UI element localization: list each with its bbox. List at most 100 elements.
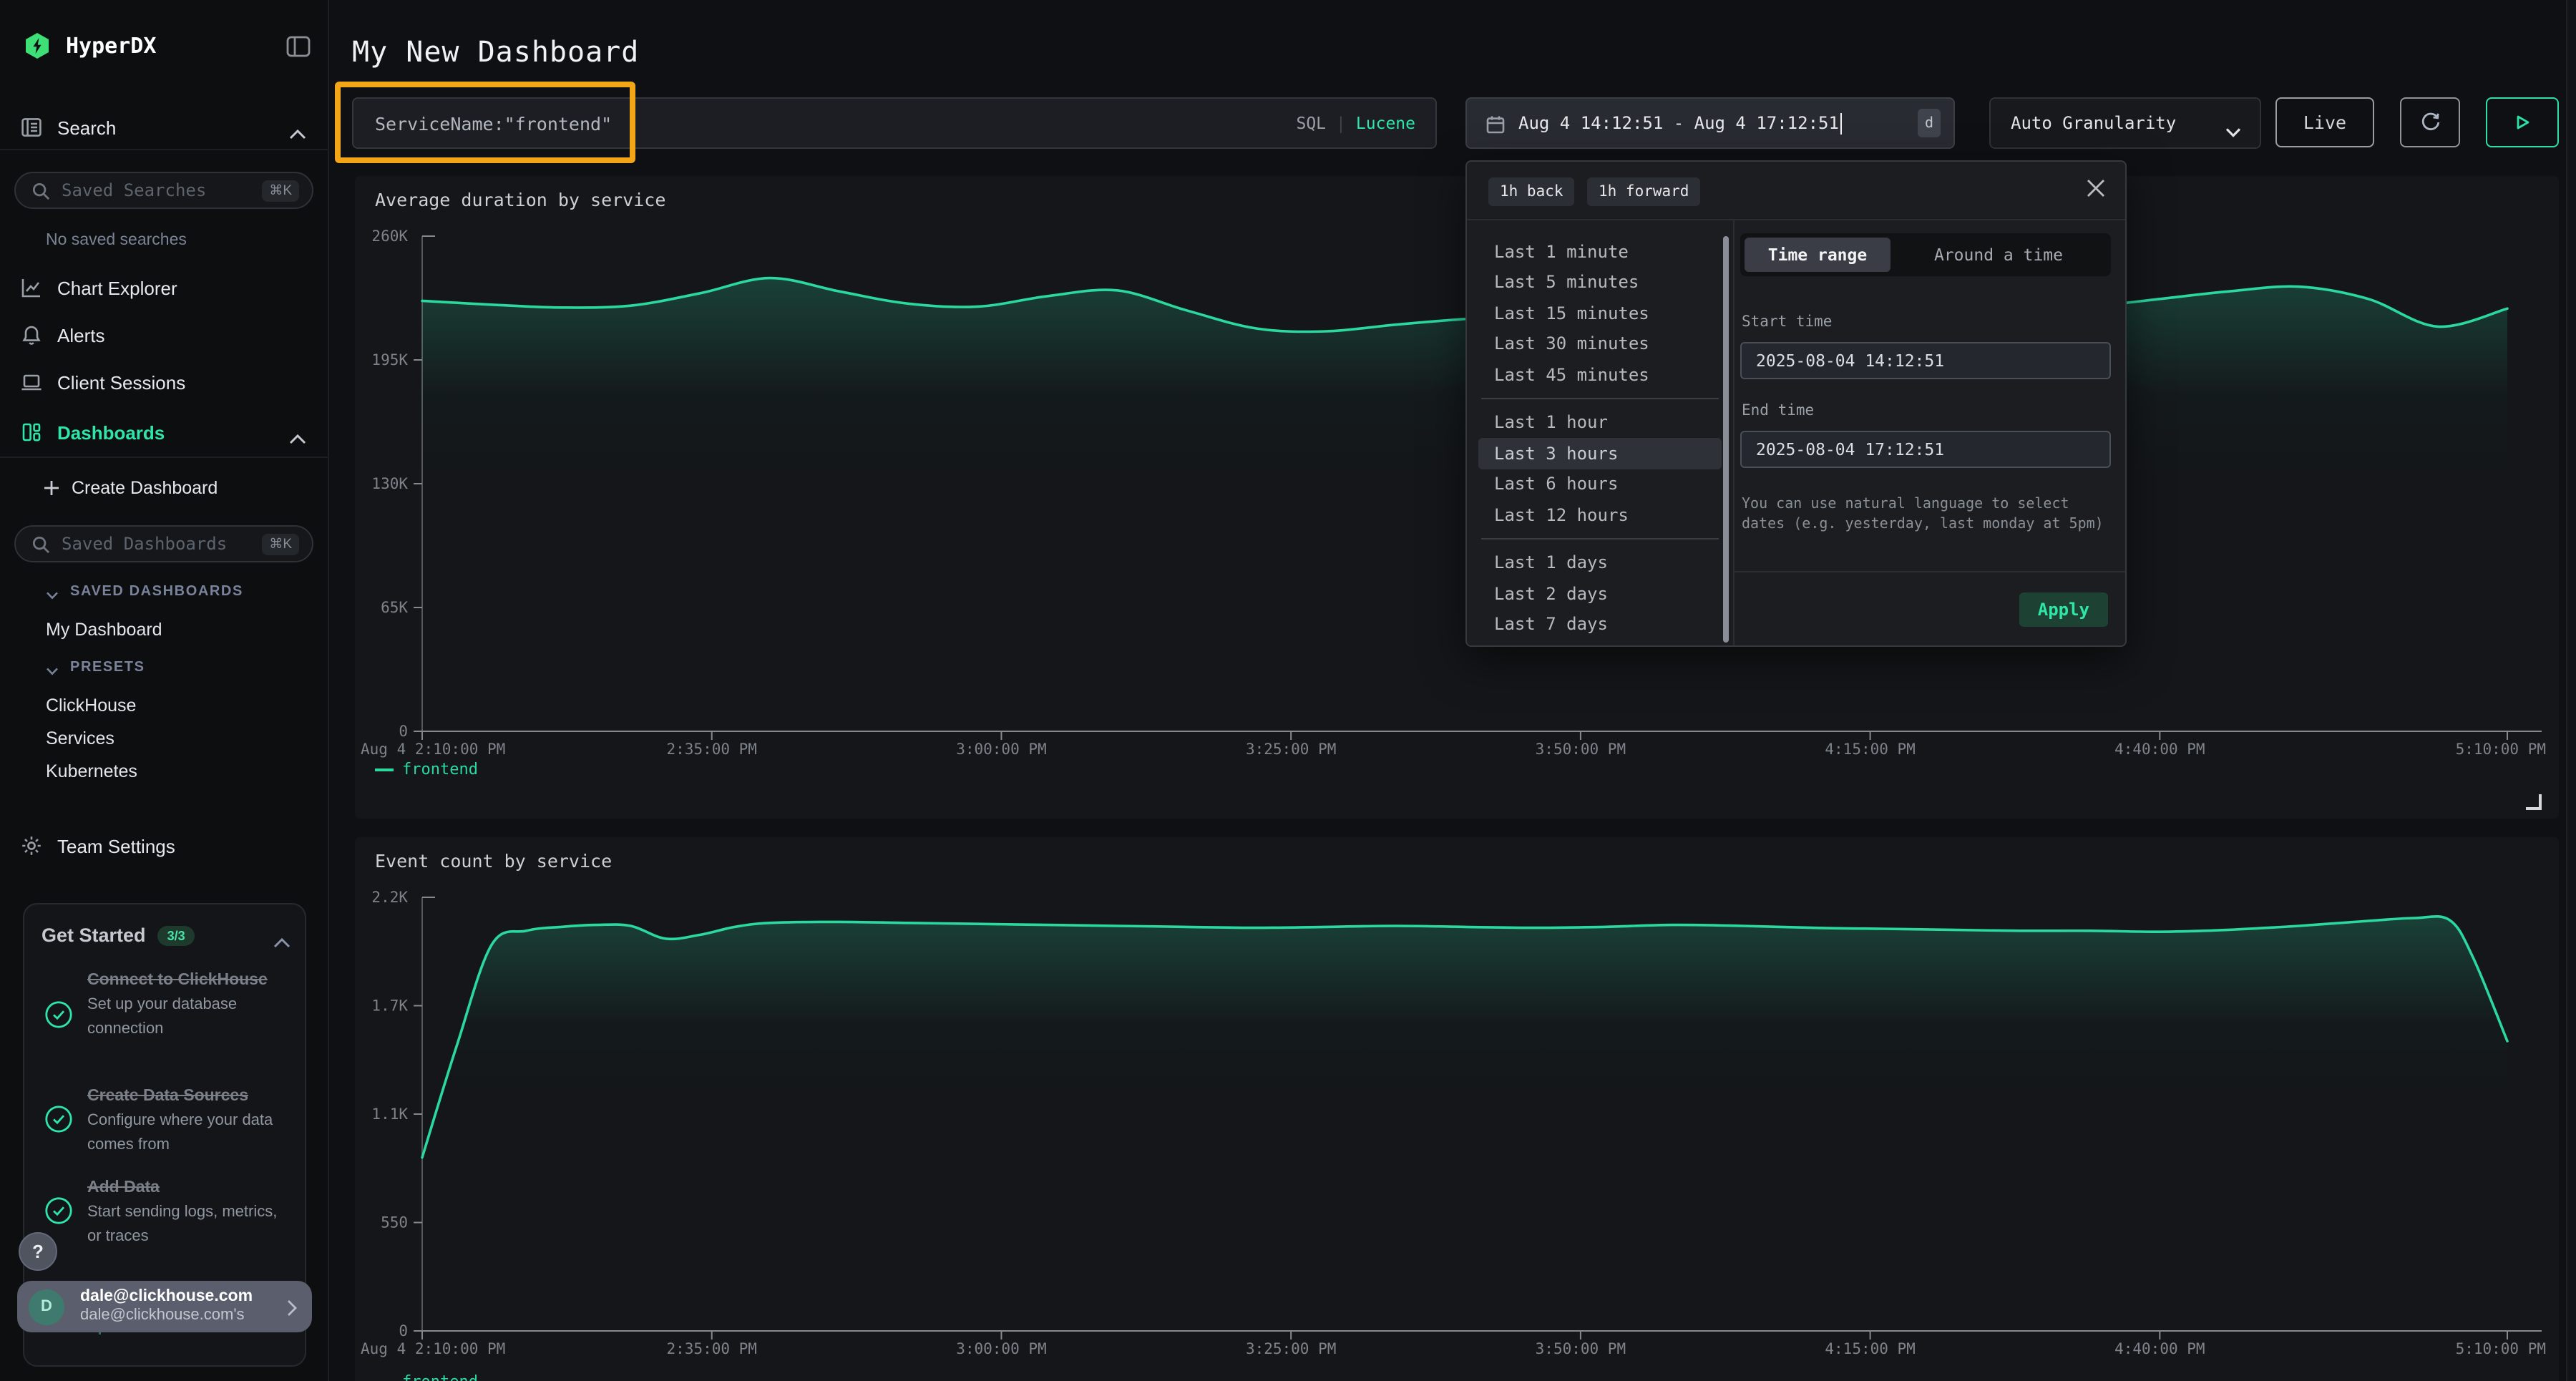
time-range-option[interactable]: Last 2 days xyxy=(1478,578,1722,609)
saved-searches-input[interactable]: Saved Searches ⌘K xyxy=(14,172,313,209)
svg-text:3:50:00 PM: 3:50:00 PM xyxy=(1536,741,1626,758)
saved-dashboards-input[interactable]: Saved Dashboards ⌘K xyxy=(14,525,313,562)
sidebar-item-services[interactable]: Services xyxy=(46,728,114,748)
svg-text:4:15:00 PM: 4:15:00 PM xyxy=(1825,741,1915,758)
presets-section-header[interactable]: PRESETS xyxy=(46,660,145,675)
saved-dashboards-placeholder: Saved Dashboards xyxy=(62,534,262,554)
time-range-option[interactable]: Last 12 hours xyxy=(1478,499,1722,530)
calendar-icon xyxy=(1485,113,1506,133)
user-email: dale@clickhouse.com xyxy=(80,1287,253,1307)
chart-panel-avg-duration[interactable]: Average duration by service 260K195K130K… xyxy=(355,176,2559,819)
get-started-title: Get Started xyxy=(42,924,146,946)
user-menu[interactable]: D dale@clickhouse.com dale@clickhouse.co… xyxy=(17,1281,312,1332)
svg-text:130K: 130K xyxy=(371,475,408,492)
time-range-option[interactable]: Last 6 hours xyxy=(1478,469,1722,499)
time-range-option[interactable]: Last 15 minutes xyxy=(1478,298,1722,328)
sidebar-item-team-settings[interactable]: Team Settings xyxy=(0,831,329,860)
scrollbar-thumb[interactable] xyxy=(1723,236,1729,643)
close-icon[interactable] xyxy=(2085,177,2107,199)
time-range-option[interactable]: Last 1 minute xyxy=(1478,236,1722,267)
divider xyxy=(0,149,329,150)
no-saved-searches: No saved searches xyxy=(0,230,329,250)
sidebar-item-search[interactable]: Search xyxy=(0,113,329,142)
sidebar-item-client-sessions[interactable]: Client Sessions xyxy=(0,368,329,396)
refresh-button[interactable] xyxy=(2400,97,2460,147)
help-button[interactable]: ? xyxy=(19,1232,57,1271)
get-started-progress-badge: 3/3 xyxy=(157,925,195,945)
end-time-input[interactable]: 2025-08-04 17:12:51 xyxy=(1740,431,2111,468)
get-started-header[interactable]: Get Started 3/3 xyxy=(42,924,291,946)
apply-button[interactable]: Apply xyxy=(2019,592,2108,627)
text-caret xyxy=(1840,112,1843,134)
svg-text:260K: 260K xyxy=(371,228,408,245)
checklist-item-desc: Start sending logs, metrics, or traces xyxy=(87,1201,282,1249)
query-language-toggle[interactable]: SQL | Lucene xyxy=(1296,113,1415,133)
checklist-item-title: Add Data xyxy=(87,1176,282,1201)
search-icon xyxy=(31,181,50,200)
sidebar-item-alerts[interactable]: Alerts xyxy=(0,321,329,349)
checklist-item-title: Create Data Sources xyxy=(87,1085,282,1110)
chevron-up-icon xyxy=(289,426,306,438)
checklist-item-datasources[interactable]: Create Data Sources Configure where your… xyxy=(44,1085,291,1157)
sidebar-item-my-dashboard[interactable]: My Dashboard xyxy=(46,620,162,640)
svg-text:4:15:00 PM: 4:15:00 PM xyxy=(1825,1340,1915,1357)
page-title: My New Dashboard xyxy=(352,34,639,69)
divider xyxy=(1733,571,2127,572)
checklist-item-connect[interactable]: Connect to ClickHouse Set up your databa… xyxy=(44,969,291,1041)
time-range-list: Last 1 minute Last 5 minutes Last 15 min… xyxy=(1478,236,1722,647)
start-time-value: 2025-08-04 14:12:51 xyxy=(1756,351,1944,371)
svg-text:4:40:00 PM: 4:40:00 PM xyxy=(2114,741,2205,758)
shift-back-button[interactable]: 1h back xyxy=(1488,177,1575,206)
svg-text:5:10:00 PM: 5:10:00 PM xyxy=(2456,741,2546,758)
time-range-option[interactable]: Last 5 minutes xyxy=(1478,267,1722,298)
checklist-item-add-data[interactable]: Add Data Start sending logs, metrics, or… xyxy=(44,1176,291,1249)
svg-text:1.7K: 1.7K xyxy=(371,997,408,1015)
shift-forward-button[interactable]: 1h forward xyxy=(1587,177,1700,206)
time-picker-popover: 1h back 1h forward Last 1 minute Last 5 … xyxy=(1465,160,2127,647)
time-range-option[interactable]: Last 1 days xyxy=(1478,547,1722,578)
svg-text:3:25:00 PM: 3:25:00 PM xyxy=(1246,1340,1336,1357)
svg-text:65K: 65K xyxy=(381,599,408,616)
checklist-item-desc: Set up your database connection xyxy=(87,994,282,1041)
create-dashboard-button[interactable]: Create Dashboard xyxy=(0,474,329,502)
create-dashboard-label: Create Dashboard xyxy=(72,478,218,498)
page-scrollbar[interactable] xyxy=(2566,0,2576,1381)
app-window: HyperDX Search Saved Searches ⌘K No save… xyxy=(0,0,2576,1381)
time-range-option-selected[interactable]: Last 3 hours xyxy=(1478,438,1722,469)
sidebar-item-dashboards[interactable]: Dashboards xyxy=(0,418,329,446)
brand-row: HyperDX xyxy=(0,31,329,60)
gear-icon xyxy=(20,834,43,857)
check-circle-icon xyxy=(44,1000,73,1029)
panel-resize-handle[interactable] xyxy=(2526,794,2542,810)
time-range-option[interactable]: Last 1 hour xyxy=(1478,407,1722,438)
time-range-option[interactable]: Last 30 minutes xyxy=(1478,328,1722,359)
sidebar-item-kubernetes[interactable]: Kubernetes xyxy=(46,761,137,781)
time-range-option[interactable]: Last 7 days xyxy=(1478,609,1722,640)
natural-language-hint: You can use natural language to select d… xyxy=(1742,495,2108,535)
chart-legend[interactable]: frontend xyxy=(375,760,478,779)
lucene-toggle[interactable]: Lucene xyxy=(1356,113,1415,133)
saved-dashboards-section-header[interactable]: SAVED DASHBOARDS xyxy=(46,584,243,600)
live-button[interactable]: Live xyxy=(2275,97,2374,147)
svg-text:0: 0 xyxy=(399,1322,408,1339)
tab-time-range[interactable]: Time range xyxy=(1745,238,1890,272)
time-range-picker-input[interactable]: Aug 4 14:12:51 - Aug 4 17:12:51 d xyxy=(1465,97,1955,149)
chart-panel-event-count[interactable]: Event count by service 2.2K1.7K1.1K5500A… xyxy=(355,837,2559,1381)
sidebar-item-chart-explorer[interactable]: Chart Explorer xyxy=(0,273,329,302)
sidebar-collapse-icon[interactable] xyxy=(286,35,311,57)
tab-around-a-time[interactable]: Around a time xyxy=(1890,238,2107,272)
svg-text:2:35:00 PM: 2:35:00 PM xyxy=(667,741,757,758)
time-range-option[interactable]: Last 45 minutes xyxy=(1478,359,1722,390)
divider xyxy=(1481,398,1719,399)
sql-toggle[interactable]: SQL xyxy=(1296,113,1326,133)
play-button[interactable] xyxy=(2486,97,2559,147)
svg-text:3:00:00 PM: 3:00:00 PM xyxy=(956,1340,1046,1357)
refresh-icon xyxy=(2418,110,2442,135)
svg-text:3:50:00 PM: 3:50:00 PM xyxy=(1536,1340,1626,1357)
start-time-input[interactable]: 2025-08-04 14:12:51 xyxy=(1740,342,2111,379)
sidebar-item-clickhouse[interactable]: ClickHouse xyxy=(46,696,136,716)
granularity-select[interactable]: Auto Granularity xyxy=(1989,97,2261,149)
chart-legend[interactable]: frontend xyxy=(375,1372,478,1381)
search-query-input[interactable]: ServiceName:"frontend" SQL | Lucene xyxy=(352,97,1437,149)
time-range-option[interactable]: Last 14 days xyxy=(1478,640,1722,647)
